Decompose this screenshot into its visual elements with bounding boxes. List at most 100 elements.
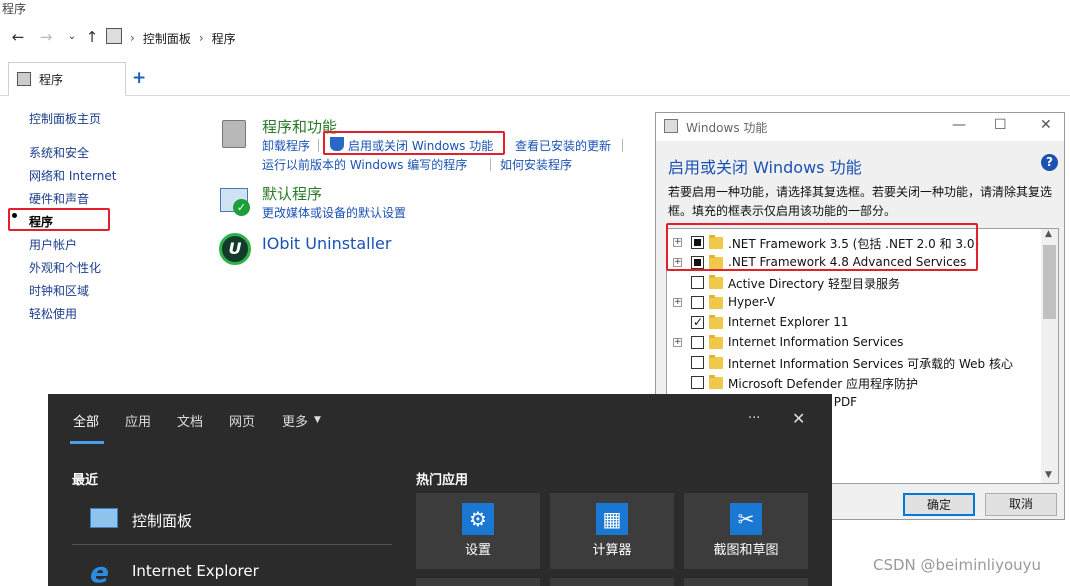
dialog-titlebar: Windows 功能 — ☐ ✕	[656, 113, 1064, 141]
window-title: 程序	[2, 2, 27, 16]
check-icon: ✓	[233, 199, 250, 216]
separator	[318, 139, 319, 152]
highlight-box	[323, 131, 505, 155]
help-icon[interactable]: ?	[1041, 154, 1058, 171]
scroll-down-icon[interactable]: ▼	[1045, 470, 1052, 480]
watermark: CSDN @beiminliyouyu	[873, 556, 1042, 574]
dialog-description: 若要启用一种功能，请选择其复选框。若要关闭一种功能，请清除其复选框。填充的框表示…	[668, 185, 1053, 218]
tab-web[interactable]: 网页	[229, 411, 255, 430]
tab-programs[interactable]: 程序	[8, 62, 126, 96]
control-panel-location-icon	[106, 28, 122, 44]
recent-dropdown-icon[interactable]: ⌄	[62, 26, 82, 48]
separator	[622, 139, 623, 152]
expand-icon[interactable]: +	[673, 298, 682, 307]
uninstall-link[interactable]: 卸载程序	[262, 137, 310, 154]
hot-app-settings[interactable]: ⚙ 设置	[416, 493, 540, 569]
breadcrumb-programs[interactable]: 程序	[212, 30, 236, 47]
feature-row[interactable]: Internet Information Services 可承载的 Web 核…	[667, 353, 1042, 373]
tab-apps[interactable]: 应用	[125, 411, 151, 430]
tab-all[interactable]: 全部	[73, 411, 99, 430]
chevron-right-icon: ›	[198, 31, 204, 45]
more-options-button[interactable]: ···	[748, 411, 760, 426]
feature-label: Internet Explorer 11	[728, 315, 849, 329]
back-arrow-icon[interactable]: ←	[8, 26, 28, 48]
feature-checkbox[interactable]	[691, 356, 704, 369]
feature-checkbox[interactable]	[691, 336, 704, 349]
defaults-link[interactable]: 更改媒体或设备的默认设置	[262, 204, 406, 221]
feature-row[interactable]: Active Directory 轻型目录服务	[667, 273, 1042, 293]
sidebar-item-users[interactable]: 用户帐户	[29, 236, 77, 253]
feature-row[interactable]: + Hyper-V	[667, 293, 1042, 313]
tab-documents[interactable]: 文档	[177, 411, 203, 430]
feature-label: Microsoft Defender 应用程序防护	[728, 377, 919, 391]
sidebar-item-hardware[interactable]: 硬件和声音	[29, 190, 89, 207]
recent-item-ie[interactable]: e Internet Explorer	[72, 550, 392, 586]
sidebar-item-security[interactable]: 系统和安全	[29, 144, 89, 161]
breadcrumb-control-panel[interactable]: 控制面板	[143, 30, 191, 47]
folder-icon	[709, 335, 723, 349]
feature-checkbox[interactable]	[691, 315, 704, 329]
feature-checkbox[interactable]	[691, 376, 704, 389]
cancel-button[interactable]: 取消	[985, 493, 1057, 516]
sidebar-item-network[interactable]: 网络和 Internet	[29, 167, 116, 184]
scroll-up-icon[interactable]: ▲	[1045, 229, 1052, 239]
highlight-box	[8, 208, 110, 231]
feature-row[interactable]: + Internet Information Services	[667, 333, 1042, 353]
hot-app-snip[interactable]: ✂ 截图和草图	[684, 493, 808, 569]
chevron-right-icon: ›	[130, 31, 135, 45]
close-icon[interactable]: ✕	[1040, 117, 1052, 133]
folder-icon	[709, 375, 723, 389]
feature-label: Internet Information Services	[728, 335, 904, 349]
vertical-scrollbar[interactable]: ▲ ▼	[1041, 229, 1058, 483]
recent-label: 最近	[72, 473, 99, 488]
feature-checkbox[interactable]	[691, 296, 704, 309]
chevron-down-icon[interactable]: ▼	[314, 415, 321, 425]
folder-icon	[709, 315, 723, 329]
maximize-icon[interactable]: ☐	[994, 117, 1007, 133]
recent-item-label: Internet Explorer	[132, 562, 259, 580]
gear-icon: ⚙	[462, 503, 494, 535]
compat-link[interactable]: 运行以前版本的 Windows 编写的程序	[262, 156, 467, 173]
feature-row[interactable]: Internet Explorer 11	[667, 313, 1042, 333]
how-to-install-link[interactable]: 如何安装程序	[500, 156, 572, 173]
add-tab-button[interactable]: +	[132, 68, 146, 88]
address-bar: ← → ⌄ ↑ › 控制面板 › 程序	[0, 24, 1070, 52]
hot-app-tile[interactable]	[550, 578, 674, 586]
close-panel-button[interactable]: ✕	[792, 409, 805, 428]
active-tab-indicator	[70, 441, 104, 444]
dialog-title: Windows 功能	[686, 121, 768, 135]
minimize-icon[interactable]: —	[952, 117, 966, 133]
sidebar-item-home[interactable]: 控制面板主页	[29, 110, 101, 127]
recent-item-control-panel[interactable]: 控制面板	[72, 498, 392, 540]
tab-label: 程序	[39, 72, 64, 87]
iobit-title[interactable]: IObit Uninstaller	[262, 234, 391, 253]
hot-app-calculator[interactable]: ▦ 计算器	[550, 493, 674, 569]
iobit-icon: U	[219, 233, 251, 265]
sidebar-item-clock[interactable]: 时钟和区域	[29, 282, 89, 299]
forward-arrow-icon[interactable]: →	[36, 26, 56, 48]
defaults-title[interactable]: 默认程序	[262, 183, 322, 204]
tab-more[interactable]: 更多	[282, 411, 308, 430]
installed-updates-link[interactable]: 查看已安装的更新	[515, 137, 611, 154]
feature-label: Active Directory 轻型目录服务	[728, 277, 901, 291]
sidebar-item-appearance[interactable]: 外观和个性化	[29, 259, 101, 276]
sidebar-item-ease[interactable]: 轻松使用	[29, 305, 77, 322]
feature-label: Hyper-V	[728, 295, 776, 309]
hot-app-tile[interactable]	[684, 578, 808, 586]
programs-icon	[222, 120, 246, 148]
feature-checkbox[interactable]	[691, 276, 704, 289]
tab-strip: 程序 +	[0, 62, 1070, 96]
up-arrow-icon[interactable]: ↑	[82, 26, 102, 48]
ok-button[interactable]: 确定	[903, 493, 975, 516]
hot-app-tile[interactable]	[416, 578, 540, 586]
breadcrumb: › 控制面板 › 程序	[130, 28, 236, 48]
snip-icon: ✂	[730, 503, 762, 535]
scrollbar-thumb[interactable]	[1043, 245, 1056, 319]
feature-row[interactable]: Microsoft Defender 应用程序防护	[667, 373, 1042, 393]
expand-icon[interactable]: +	[673, 338, 682, 347]
hot-apps-label: 热门应用	[416, 473, 469, 488]
calculator-icon: ▦	[596, 503, 628, 535]
ie-icon: e	[90, 556, 109, 586]
folder-icon	[709, 355, 723, 369]
folder-icon	[709, 275, 723, 289]
